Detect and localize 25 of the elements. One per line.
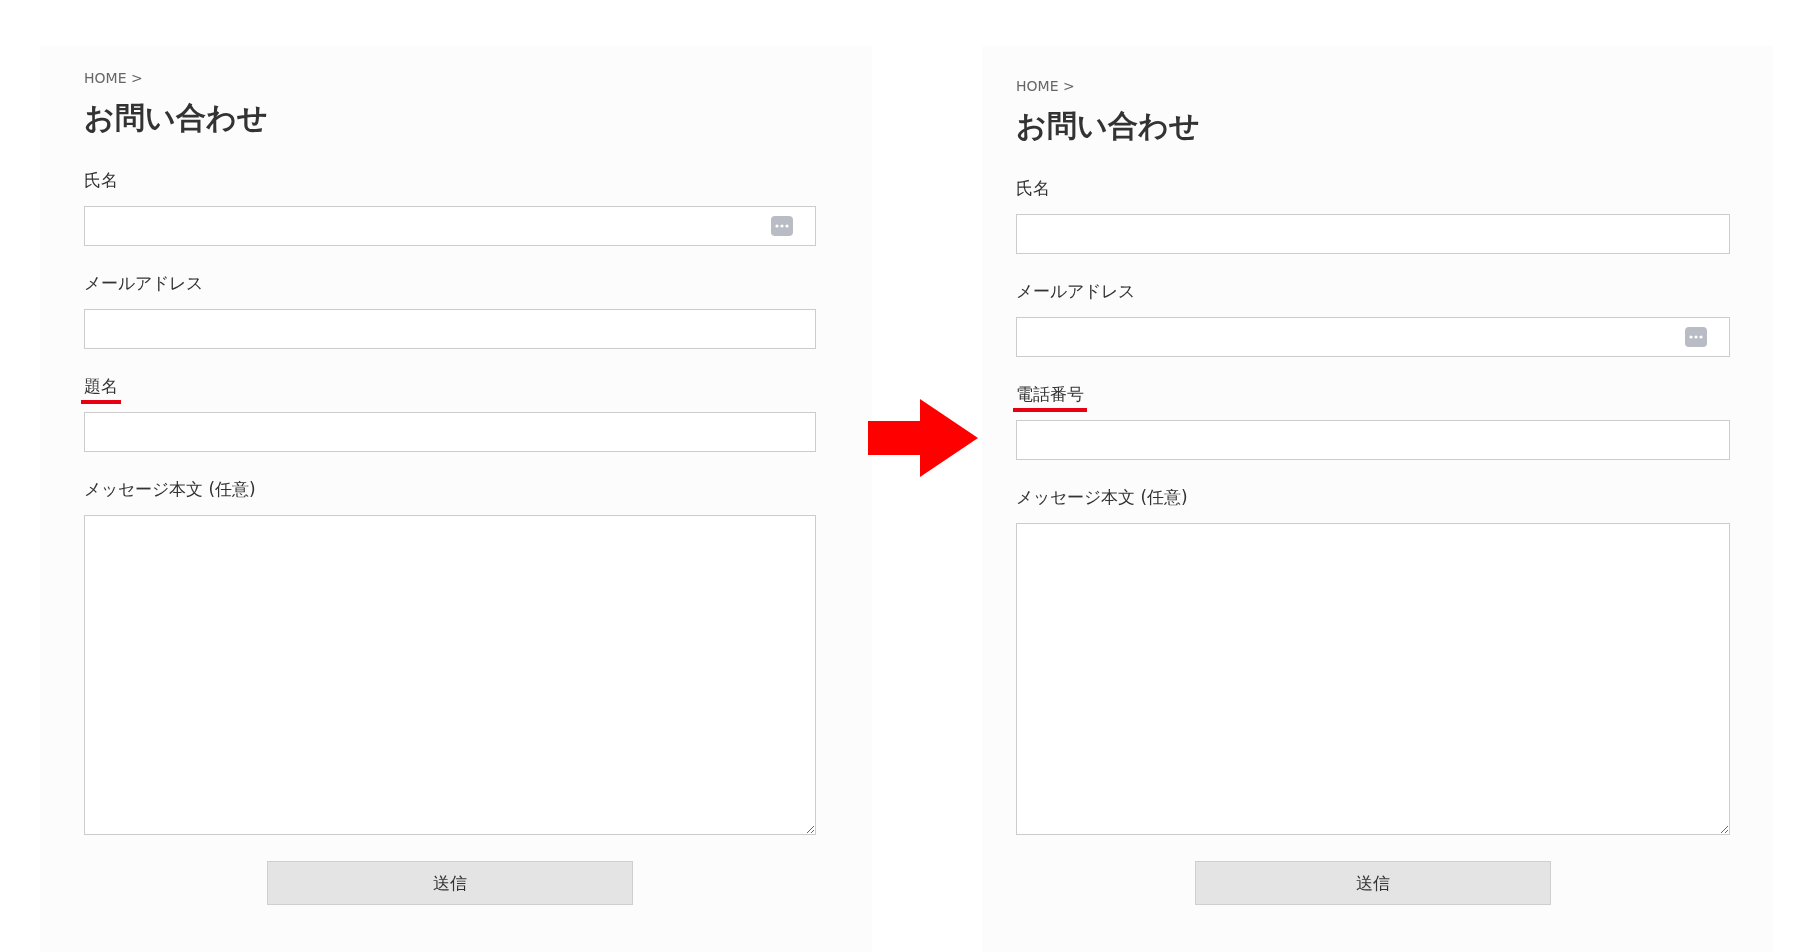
- arrow-icon: [868, 399, 978, 477]
- input-field[interactable]: [1016, 214, 1730, 254]
- input-field[interactable]: [84, 206, 816, 246]
- page-title: お問い合わせ: [84, 99, 269, 137]
- page-title: お問い合わせ: [1016, 107, 1201, 145]
- input-field[interactable]: [84, 309, 816, 349]
- submit-button[interactable]: 送信: [267, 861, 633, 905]
- field-label: 氏名: [1015, 177, 1051, 200]
- breadcrumb[interactable]: HOME >: [1016, 78, 1730, 94]
- field-label: 題名: [81, 375, 121, 404]
- input-field[interactable]: [1016, 317, 1730, 357]
- field-label: メールアドレス: [83, 272, 204, 295]
- autofill-icon[interactable]: [771, 216, 793, 236]
- message-textarea[interactable]: [84, 515, 816, 835]
- field-label: 電話番号: [1013, 383, 1087, 412]
- autofill-icon[interactable]: [1685, 327, 1707, 347]
- input-field[interactable]: [84, 412, 816, 452]
- submit-button[interactable]: 送信: [1195, 861, 1551, 905]
- input-field[interactable]: [1016, 420, 1730, 460]
- field-label: メッセージ本文 (任意): [83, 478, 257, 501]
- field-label: 氏名: [83, 169, 119, 192]
- field-label: メールアドレス: [1015, 280, 1136, 303]
- field-label: メッセージ本文 (任意): [1015, 486, 1189, 509]
- breadcrumb[interactable]: HOME >: [84, 70, 816, 86]
- message-textarea[interactable]: [1016, 523, 1730, 835]
